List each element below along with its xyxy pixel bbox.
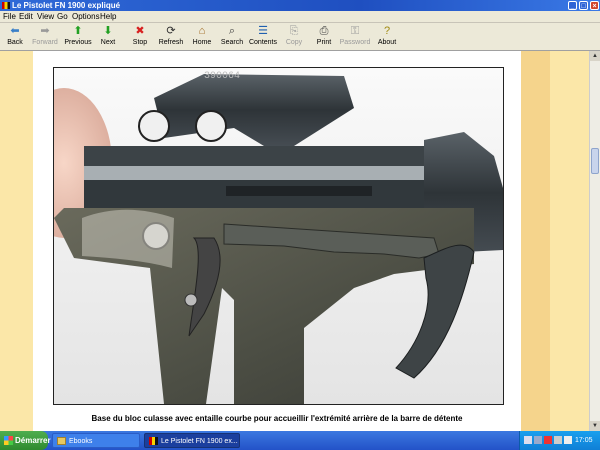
search-label: Search <box>220 39 244 46</box>
slide-serial-number: 390064 <box>204 71 240 82</box>
home-button[interactable]: ⌂ Home <box>190 23 214 50</box>
minimize-button[interactable]: _ <box>568 1 577 10</box>
up-arrow-icon: ⬆ <box>73 25 83 37</box>
search-button[interactable]: ⌕ Search <box>220 23 244 50</box>
clock: 17:05 <box>575 437 593 444</box>
taskbar: Démarrer Ebooks Le Pistolet FN 1900 ex..… <box>0 431 600 450</box>
print-button[interactable]: ⎙ Print <box>312 23 336 50</box>
password-label: Password <box>339 39 371 46</box>
scroll-up-arrow-icon[interactable]: ▲ <box>590 51 600 61</box>
search-icon: ⌕ <box>228 25 236 37</box>
folder-icon <box>57 437 66 445</box>
forward-button[interactable]: ➡ Forward <box>30 23 60 50</box>
stop-icon: ✖ <box>135 25 145 37</box>
menu-go[interactable]: Go <box>57 12 68 21</box>
forward-label: Forward <box>32 39 58 46</box>
next-button[interactable]: ⬇ Next <box>96 23 120 50</box>
page: 390064 390064 Base du bloc culasse avec … <box>33 51 521 431</box>
close-button[interactable]: × <box>590 1 599 10</box>
home-icon: ⌂ <box>198 25 206 37</box>
back-arrow-icon: ⬅ <box>10 25 20 37</box>
menu-view[interactable]: View <box>37 12 54 21</box>
stop-button[interactable]: ✖ Stop <box>128 23 152 50</box>
volume-icon[interactable] <box>564 436 572 444</box>
print-label: Print <box>316 39 332 46</box>
pistol-illustration: 390064 390064 <box>54 68 503 404</box>
right-decorative-stripe <box>521 51 550 431</box>
about-label: About <box>377 39 397 46</box>
pistol-photo: 390064 390064 <box>53 67 504 405</box>
windows-logo-icon <box>4 436 13 445</box>
previous-label: Previous <box>64 39 92 46</box>
title-bar: Le Pistolet FN 1900 expliqué _ □ × <box>0 0 600 11</box>
down-arrow-icon: ⬇ <box>103 25 113 37</box>
home-label: Home <box>192 39 212 46</box>
toolbar: ⬅ Back ➡ Forward ⬆ Previous ⬇ Next ✖ Sto… <box>0 23 600 51</box>
scroll-down-arrow-icon[interactable]: ▼ <box>590 421 600 431</box>
copy-label: Copy <box>285 39 303 46</box>
start-button[interactable]: Démarrer <box>0 431 51 450</box>
print-icon: ⎙ <box>319 25 329 37</box>
belgian-flag-icon <box>149 437 158 445</box>
back-button[interactable]: ⬅ Back <box>3 23 27 50</box>
refresh-label: Refresh <box>158 39 184 46</box>
network-icon[interactable] <box>534 436 542 444</box>
copy-icon: ⎘ <box>289 25 299 37</box>
stop-label: Stop <box>132 39 148 46</box>
taskbar-item-label: Ebooks <box>69 438 93 445</box>
content-area: 390064 390064 Base du bloc culasse avec … <box>0 51 589 431</box>
contents-label: Contents <box>248 39 278 46</box>
menu-help[interactable]: Help <box>100 12 116 21</box>
contents-icon: ☰ <box>258 25 268 37</box>
about-icon: ? <box>383 25 391 37</box>
next-label: Next <box>100 39 116 46</box>
security-icon[interactable] <box>544 436 552 444</box>
system-tray: 17:05 <box>519 431 600 450</box>
maximize-button[interactable]: □ <box>579 1 588 10</box>
refresh-icon: ⟳ <box>166 25 176 37</box>
photo-caption: Base du bloc culasse avec entaille courb… <box>91 414 463 423</box>
vertical-scrollbar[interactable]: ▲ ▼ <box>589 51 600 431</box>
contents-button[interactable]: ☰ Contents <box>248 23 278 50</box>
previous-button[interactable]: ⬆ Previous <box>63 23 93 50</box>
menu-file[interactable]: File <box>3 12 16 21</box>
start-label: Démarrer <box>15 436 51 445</box>
copy-button[interactable]: ⎘ Copy <box>282 23 306 50</box>
app-icon <box>2 2 10 9</box>
taskbar-item-ebook-window[interactable]: Le Pistolet FN 1900 ex... <box>144 433 240 448</box>
menu-options[interactable]: Options <box>72 12 100 21</box>
taskbar-item-label: Le Pistolet FN 1900 ex... <box>161 438 238 445</box>
monitor-icon[interactable] <box>554 436 562 444</box>
key-icon: ⚿ <box>350 25 360 37</box>
menu-edit[interactable]: Edit <box>19 12 33 21</box>
refresh-button[interactable]: ⟳ Refresh <box>156 23 186 50</box>
window-title: Le Pistolet FN 1900 expliqué <box>12 1 121 10</box>
about-button[interactable]: ? About <box>374 23 400 50</box>
password-button[interactable]: ⚿ Password <box>338 23 372 50</box>
forward-arrow-icon: ➡ <box>40 25 50 37</box>
menu-bar: File Edit View Go Options Help <box>0 11 600 23</box>
language-icon[interactable] <box>524 436 532 444</box>
scroll-thumb[interactable] <box>591 148 599 174</box>
taskbar-item-ebooks[interactable]: Ebooks <box>52 433 140 448</box>
back-label: Back <box>7 39 23 46</box>
